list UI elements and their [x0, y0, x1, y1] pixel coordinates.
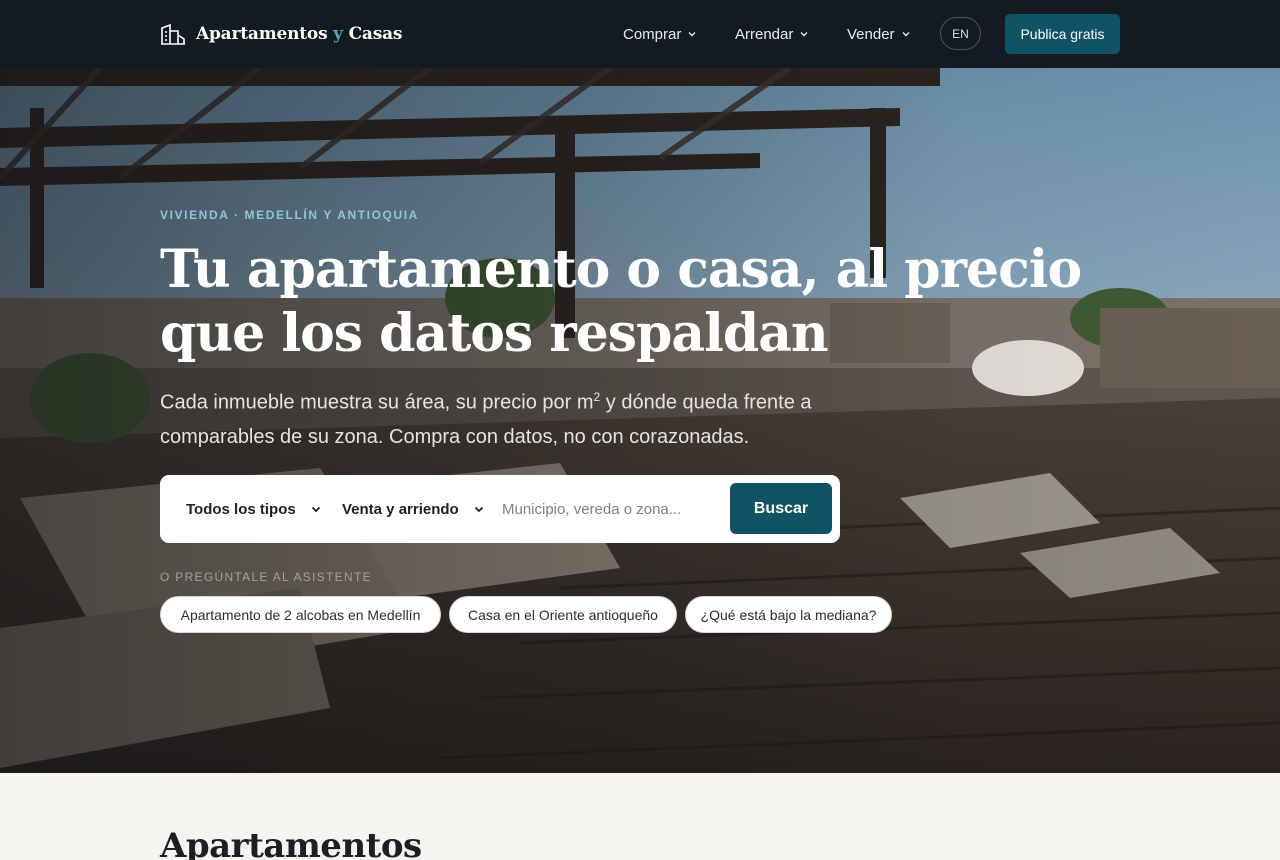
suggestion-chip[interactable]: ¿Qué está bajo la mediana? [685, 596, 892, 633]
nav-comprar-label: Comprar [623, 25, 682, 43]
language-toggle-button[interactable]: EN [940, 17, 981, 50]
nav-comprar[interactable]: Comprar [623, 16, 697, 52]
nav-vender-label: Vender [847, 25, 895, 43]
chevron-down-icon [311, 506, 320, 513]
chevron-down-icon [800, 32, 808, 37]
chevron-down-icon [688, 32, 696, 37]
property-type-select[interactable]: Todos los tipos [186, 495, 322, 523]
brand-name: Apartamentos y Casas [196, 24, 403, 44]
brand-logo[interactable]: Apartamentos y Casas [160, 20, 402, 48]
search-bar: Todos los tipos Venta y arriendo Buscar [160, 475, 840, 543]
operation-mode-select[interactable]: Venta y arriendo [342, 495, 485, 523]
building-icon [161, 23, 185, 45]
suggestion-chip[interactable]: Apartamento de 2 alcobas en Medellín [160, 596, 441, 633]
nav-arrendar-label: Arrendar [735, 25, 794, 43]
apartments-section-title: Apartamentos [160, 826, 422, 860]
operation-mode-value: Venta y arriendo [342, 500, 459, 518]
nav-vender[interactable]: Vender [847, 16, 911, 52]
location-search-input[interactable] [502, 495, 722, 523]
hero-subtitle: Cada inmueble muestra su área, su precio… [160, 390, 812, 448]
hero-eyebrow: VIVIENDA · MEDELLÍN Y ANTIOQUIA [160, 208, 419, 222]
hero-section: VIVIENDA · MEDELLÍN Y ANTIOQUIA Tu apart… [0, 68, 1280, 773]
site-header: Apartamentos y Casas Comprar Arrendar Ve… [0, 0, 1280, 68]
publish-free-button[interactable]: Publica gratis [1005, 14, 1120, 54]
nav-arrendar[interactable]: Arrendar [735, 16, 809, 52]
chevron-down-icon [902, 32, 910, 37]
assistant-prompt-label: O PREGÚNTALE AL ASISTENTE [160, 570, 372, 584]
property-type-value: Todos los tipos [186, 500, 296, 518]
hero-headline: Tu apartamento o casa, al precio que los… [160, 239, 1082, 364]
chevron-down-icon [474, 506, 483, 513]
search-button[interactable]: Buscar [730, 483, 832, 534]
suggestion-chip[interactable]: Casa en el Oriente antioqueño [449, 596, 677, 633]
